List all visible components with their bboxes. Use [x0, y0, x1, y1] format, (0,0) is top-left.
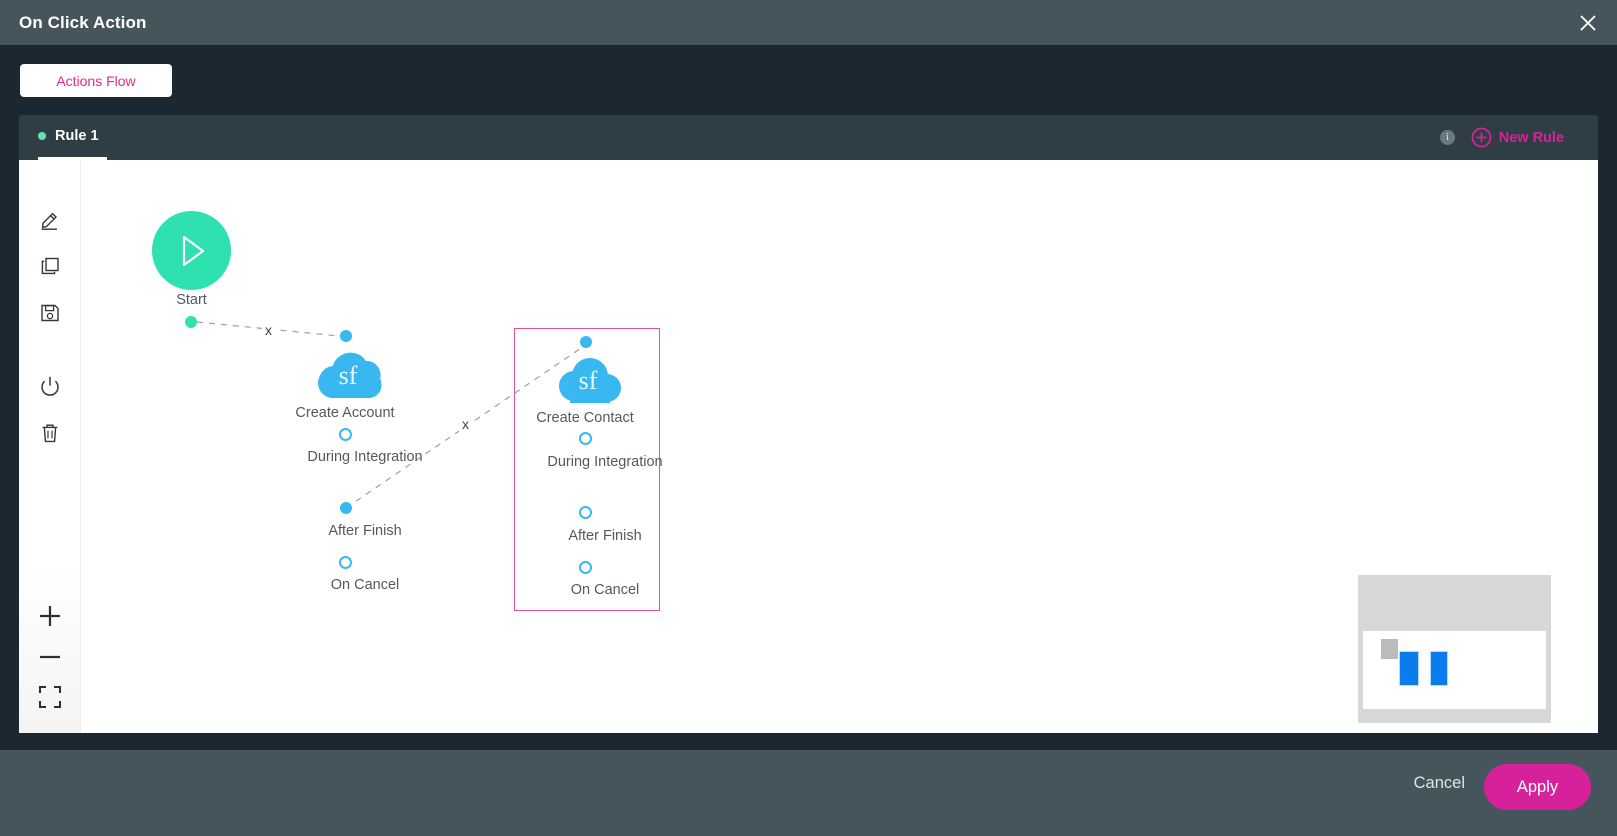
minimap-node-create-account: [1399, 651, 1419, 686]
node-create-contact-port-on-cancel[interactable]: [579, 561, 592, 574]
node-start-output-port[interactable]: [185, 316, 197, 328]
node-create-contact-input-port[interactable]: [580, 336, 592, 348]
node-create-contact-port-after-finish-label: After Finish: [568, 528, 642, 544]
node-create-account-port-on-cancel[interactable]: [339, 556, 352, 569]
minimap-node-start: [1381, 639, 1398, 659]
info-icon-glyph: i: [1446, 132, 1449, 143]
edge-delete-handle[interactable]: x: [459, 416, 472, 432]
node-create-account-input-port[interactable]: [340, 330, 352, 342]
node-create-contact-port-during-integration[interactable]: [579, 432, 592, 445]
flow-canvas[interactable]: x x Start sf Create Account During Integ…: [19, 160, 1598, 733]
close-icon[interactable]: [1573, 8, 1603, 38]
cancel-button[interactable]: Cancel: [1414, 774, 1465, 793]
node-create-account-port-after-finish[interactable]: [340, 502, 352, 514]
node-create-contact-port-during-integration-label: During Integration: [547, 454, 663, 470]
rule-bar: Rule 1 i New Rule: [19, 115, 1598, 160]
node-create-account-label: Create Account: [295, 405, 395, 421]
apply-button[interactable]: Apply: [1484, 764, 1591, 810]
dialog-footer: Cancel Apply: [0, 750, 1617, 836]
node-create-contact-port-on-cancel-label: On Cancel: [570, 582, 640, 598]
minimap[interactable]: [1358, 575, 1551, 723]
node-start-label: Start: [176, 292, 207, 308]
minimap-node-create-contact: [1430, 651, 1448, 686]
svg-text:sf: sf: [579, 366, 598, 395]
plus-circle-icon: [1471, 127, 1492, 148]
node-create-contact-label: Create Contact: [536, 410, 634, 426]
node-create-contact-port-after-finish[interactable]: [579, 506, 592, 519]
tab-strip: Actions Flow: [0, 45, 1617, 115]
node-create-account-port-during-integration[interactable]: [339, 428, 352, 441]
node-create-account[interactable]: sf: [310, 345, 386, 406]
tab-actions-flow[interactable]: Actions Flow: [20, 64, 172, 97]
minimap-viewport[interactable]: [1363, 631, 1546, 709]
dialog-titlebar: On Click Action: [0, 0, 1617, 45]
add-new-rule-button[interactable]: New Rule: [1471, 127, 1564, 148]
tab-rule-1[interactable]: Rule 1: [38, 115, 107, 160]
node-create-account-port-after-finish-label: After Finish: [328, 523, 402, 539]
page-title: On Click Action: [19, 12, 147, 32]
add-new-rule-label: New Rule: [1498, 129, 1564, 146]
node-create-account-port-on-cancel-label: On Cancel: [330, 577, 400, 593]
tab-actions-flow-label: Actions Flow: [56, 72, 136, 89]
node-create-contact[interactable]: sf: [550, 350, 626, 411]
rule-status-dot: [38, 132, 46, 140]
info-icon[interactable]: i: [1440, 130, 1455, 145]
node-start[interactable]: [152, 211, 231, 290]
svg-text:sf: sf: [339, 361, 358, 390]
node-create-account-port-during-integration-label: During Integration: [307, 449, 423, 465]
tab-rule-1-label: Rule 1: [55, 128, 99, 144]
edge-delete-handle[interactable]: x: [262, 322, 275, 338]
